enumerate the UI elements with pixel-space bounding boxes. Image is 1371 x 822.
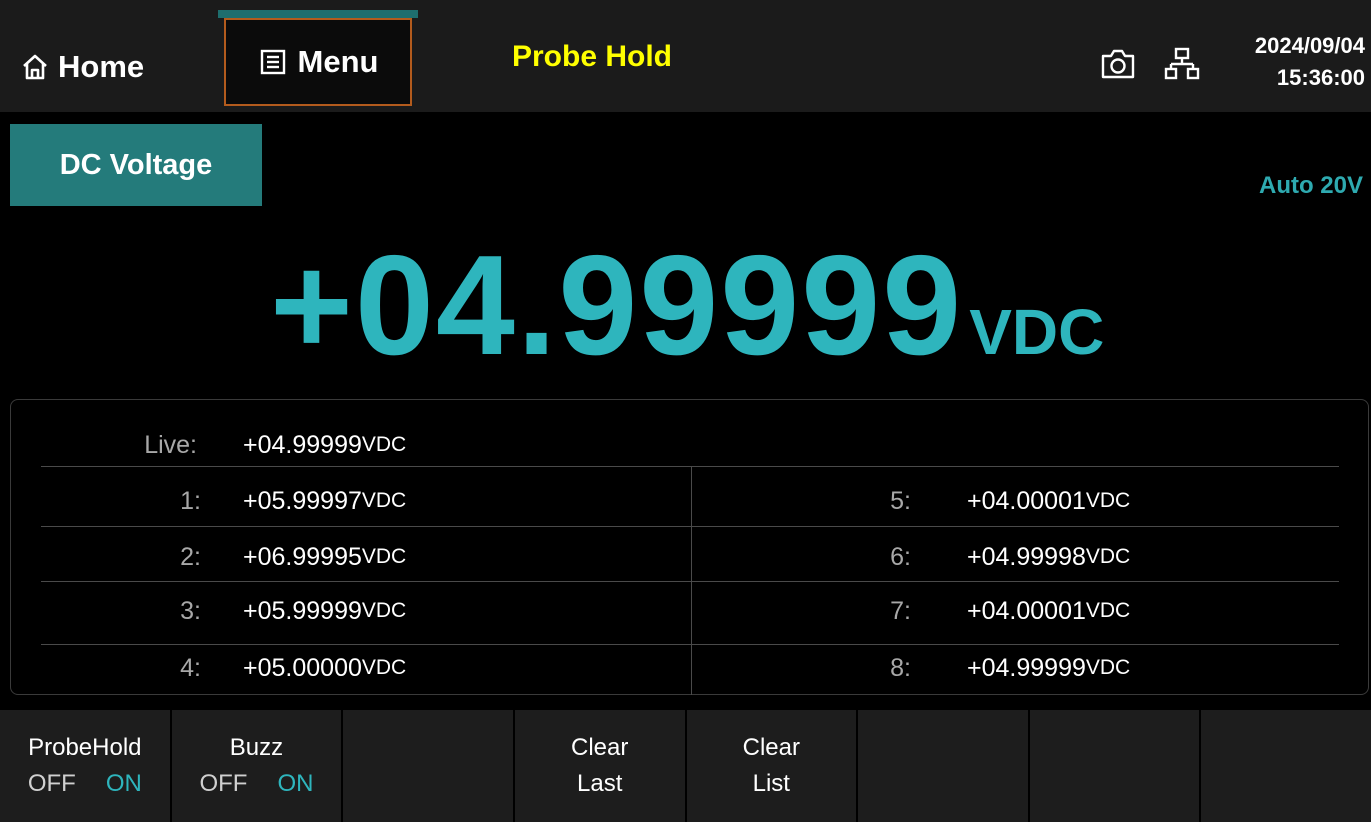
live-value: +04.99999: [243, 430, 362, 459]
buzz-label: Buzz: [229, 734, 284, 761]
history-row: 1: +05.99997 VDC: [180, 486, 407, 515]
function-label: DC Voltage: [10, 124, 262, 206]
empty-softkey[interactable]: [343, 710, 515, 822]
page-title: Probe Hold: [512, 40, 673, 73]
live-unit: VDC: [361, 433, 407, 456]
history-row: 2: +06.99995 VDC: [180, 542, 407, 571]
probehold-on-option: ON: [105, 770, 142, 797]
reading-value: +04.99999: [270, 226, 964, 385]
history-row: 7: +04.00001 VDC: [890, 596, 1131, 625]
buzz-off-option: OFF: [199, 770, 248, 797]
probehold-off-option: OFF: [27, 770, 76, 797]
menu-button[interactable]: Menu: [224, 18, 412, 106]
empty-softkey[interactable]: [1030, 710, 1202, 822]
buzz-softkey[interactable]: Buzz OFF ON: [172, 710, 344, 822]
home-button[interactable]: Home: [20, 42, 144, 92]
column-divider: [691, 467, 692, 695]
datetime: 2024/09/04 15:36:00: [1255, 30, 1365, 94]
home-icon: [23, 54, 47, 80]
history-row: 3: +05.99999 VDC: [180, 596, 407, 625]
date-text: 2024/09/04: [1254, 33, 1365, 58]
time-text: 15:36:00: [1276, 65, 1365, 90]
live-label: Live:: [144, 430, 197, 459]
probe-hold-history-panel: Live: +04.99999 VDC 1: +05.99997 VDC 2: +0…: [10, 399, 1369, 695]
probehold-label: ProbeHold: [28, 734, 142, 761]
probehold-softkey[interactable]: ProbeHold OFF ON: [0, 710, 172, 822]
clear-last-softkey[interactable]: Clear Last: [515, 710, 687, 822]
live-row: Live: +04.99999 VDC: [11, 417, 406, 473]
empty-softkey[interactable]: [858, 710, 1030, 822]
menu-label: Menu: [297, 44, 379, 79]
history-row: 6: +04.99998 VDC: [890, 542, 1131, 571]
history-row: 5: +04.00001 VDC: [890, 486, 1131, 515]
range-indicator: Auto 20V: [1258, 172, 1363, 199]
buzz-on-option: ON: [277, 770, 314, 797]
reading-unit: VDC: [969, 296, 1105, 368]
divider: [41, 466, 1339, 467]
empty-softkey[interactable]: [1201, 710, 1371, 822]
top-bar: Home Menu Probe Hold 2024/09/04 15:36:00: [0, 0, 1371, 112]
history-row: 8: +04.99999 VDC: [890, 653, 1131, 682]
main-reading: +04.99999 VDC: [270, 226, 1104, 386]
menu-list-icon: [260, 49, 285, 75]
divider: [41, 526, 1339, 527]
divider: [41, 581, 1339, 582]
menu-tab-accent: [218, 10, 418, 18]
camera-icon[interactable]: [1098, 44, 1138, 84]
network-icon: [1164, 47, 1200, 80]
clear-list-softkey[interactable]: Clear List: [687, 710, 859, 822]
softkey-bar: ProbeHold OFF ON Buzz OFF ON Clear Last …: [0, 710, 1371, 822]
history-row: 4: +05.00000 VDC: [180, 653, 407, 682]
home-label: Home: [58, 49, 145, 84]
